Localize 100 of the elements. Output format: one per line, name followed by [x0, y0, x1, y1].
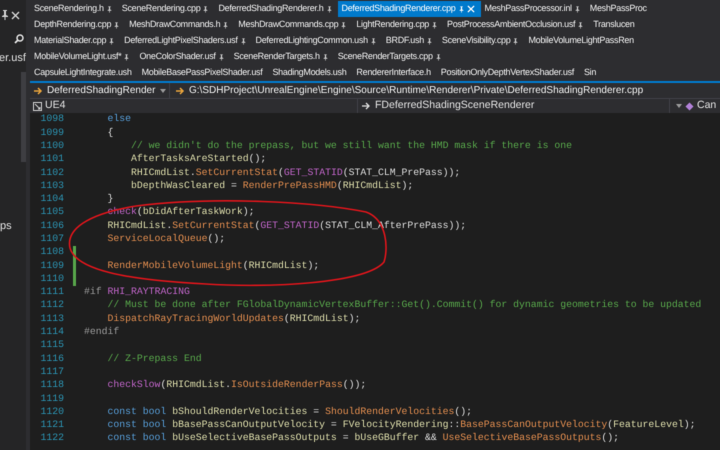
line-number: 1117 — [39, 364, 64, 379]
line-number: 1106 — [39, 218, 64, 233]
pin-icon[interactable] — [578, 22, 584, 28]
pin-icon[interactable] — [432, 22, 437, 28]
pin-icon[interactable] — [114, 22, 120, 28]
line-number: 1101 — [39, 152, 64, 166]
line-number: 1122 — [39, 431, 64, 446]
pin-icon[interactable] — [106, 6, 112, 12]
line-number: 1105 — [39, 205, 64, 220]
file-tab[interactable]: SceneRenderTargets.h — [230, 49, 334, 65]
line-number: 1115 — [39, 338, 64, 352]
file-tab[interactable]: DeferredShadingRenderer.cpp — [338, 1, 480, 17]
line-number: 1121 — [39, 418, 64, 432]
file-tab[interactable]: DeferredShadingRenderer.h — [214, 1, 338, 17]
line-number: 1116 — [39, 352, 64, 366]
file-tab[interactable]: PositionOnlyDepthVertexShader.usf — [436, 65, 580, 81]
path-dropdown[interactable]: G:\SDHProject\UnrealEngine\Engine\Source\Runtime\Renderer\Private\DeferredShadingRenderer.cpp — [170, 83, 644, 98]
line-number: 1118 — [39, 378, 64, 392]
file-tab[interactable]: CapsuleLightIntegrate.ush — [30, 65, 138, 81]
pin-icon[interactable] — [436, 54, 441, 60]
line-number: 1103 — [39, 178, 64, 193]
file-tab[interactable]: SceneVisibility.cpp — [438, 33, 524, 49]
code-line: // Must be done after FGlobalDynamicVertexBuffer::Get().Commit() for dynamic geometries to be updated — [106, 298, 702, 312]
line-number: 1098 — [39, 113, 64, 126]
file-tab[interactable]: MeshPassProcessor.inl — [480, 1, 586, 17]
file-tab[interactable]: LightRendering.cpp — [352, 17, 443, 33]
line-number: 1112 — [39, 298, 64, 312]
caret-icon — [160, 88, 166, 92]
arrow-icon — [34, 86, 43, 94]
file-name[interactable]: ps — [0, 218, 12, 234]
project-dropdown[interactable]: DeferredShadingRender — [30, 83, 170, 98]
pin-icon[interactable] — [240, 38, 246, 44]
pin-icon[interactable] — [426, 38, 432, 44]
file-tab[interactable]: OneColorShader.usf — [135, 49, 230, 65]
code-line: // we didn't do the prepass, but we still want the HMD mask if there is one — [130, 138, 572, 153]
file-tab[interactable]: MeshPassProc — [586, 1, 653, 17]
pin-icon[interactable] — [341, 22, 346, 28]
member-selector[interactable]: Can — [670, 99, 720, 113]
code-line: DispatchRayTracingWorldUpdates(RHICmdList); — [106, 312, 360, 326]
file-tab[interactable]: MobileVolumeLightPassRen — [524, 33, 640, 49]
pin-icon[interactable] — [109, 38, 114, 44]
line-number: 1109 — [39, 258, 64, 273]
scrollbar[interactable] — [21, 72, 26, 162]
file-tab[interactable]: MobileBasePassPixelShader.usf — [138, 65, 268, 81]
file-tab[interactable]: Sin — [580, 65, 602, 81]
code-line: #if RHI_RAYTRACING — [84, 285, 190, 300]
pin-icon[interactable] — [203, 6, 208, 12]
pin-icon[interactable] — [124, 54, 130, 60]
line-number: 1114 — [39, 325, 64, 340]
file-tab[interactable]: SceneRendering.h — [30, 1, 118, 17]
member-icon — [685, 102, 694, 110]
line-number: 1100 — [39, 138, 64, 153]
code-line: // Z-Prepass End — [106, 352, 202, 366]
pin-icon[interactable] — [1, 10, 9, 20]
code-line: bDepthWasCleared = RenderPrePassHMD(RHICmdList); — [130, 178, 414, 193]
file-tab[interactable]: RendererInterface.h — [352, 65, 437, 81]
pin-icon[interactable] — [574, 6, 580, 12]
code-line: { — [106, 126, 114, 140]
file-tab[interactable]: DeferredLightingCommon.ush — [252, 33, 382, 49]
line-number: 1099 — [39, 126, 64, 140]
file-tab[interactable]: MeshDrawCommands.cpp — [234, 17, 352, 33]
line-number: 1102 — [39, 166, 64, 180]
code-line: ServiceLocalQueue(); — [106, 232, 226, 246]
code-line: else — [106, 113, 132, 126]
code-line: const bool bBasePassCanOutputVelocity = FVelocityRendering::BasePassCanOutputVelocity(FeatureLevel); — [106, 418, 696, 432]
close-icon[interactable] — [11, 10, 20, 20]
file-tab[interactable]: Translucen — [589, 17, 640, 33]
file-tab[interactable]: BRDF.ush — [382, 33, 438, 49]
code-line: const bool bUseSelectiveBasePassOutputs = bUseGBuffer && UseSelectiveBasePassOutputs(); — [106, 431, 620, 446]
code-line: const bool bShouldRenderVelocities = ShouldRenderVelocities(); — [106, 404, 472, 419]
arrow-icon — [362, 102, 371, 110]
line-number: 1119 — [39, 392, 64, 406]
pin-icon[interactable] — [223, 22, 228, 28]
caret-icon — [676, 104, 682, 108]
pin-icon[interactable] — [370, 38, 376, 44]
file-tab[interactable]: ShadingModels.ush — [268, 65, 352, 81]
file-tab[interactable]: DeferredLightPixelShaders.usf — [120, 33, 252, 49]
search-icon[interactable] — [14, 34, 24, 44]
pin-icon[interactable] — [458, 6, 464, 12]
code-line: RenderMobileVolumeLight(RHICmdList); — [106, 258, 320, 273]
file-tab[interactable]: MobileVolumeLight.usf* — [30, 49, 136, 65]
line-number: 1120 — [39, 404, 64, 419]
code-line: checkSlow(RHICmdList.IsOutsideRenderPass()); — [106, 378, 366, 392]
pin-icon[interactable] — [218, 54, 224, 60]
file-tab[interactable]: PostProcessAmbientOcclusion.usf — [443, 17, 590, 33]
file-tab[interactable]: MaterialShader.cpp — [30, 33, 120, 49]
file-tab[interactable]: SceneRenderTargets.cpp — [334, 49, 447, 65]
code-line: } — [106, 192, 114, 206]
pin-icon[interactable] — [326, 6, 332, 12]
line-number: 1110 — [39, 272, 64, 286]
arrow-icon — [176, 86, 185, 94]
file-tab[interactable]: SceneRendering.cpp — [118, 1, 214, 17]
line-number: 1111 — [39, 285, 64, 300]
file-tab[interactable]: DepthRendering.cpp — [30, 17, 126, 33]
line-number: 1113 — [39, 312, 64, 326]
project-icon — [33, 102, 42, 110]
code-line: AfterTasksAreStarted(); — [130, 152, 266, 166]
file-tab[interactable]: MeshDrawCommands.h — [125, 17, 234, 33]
pin-icon[interactable] — [322, 54, 328, 60]
pin-icon[interactable] — [513, 38, 518, 44]
